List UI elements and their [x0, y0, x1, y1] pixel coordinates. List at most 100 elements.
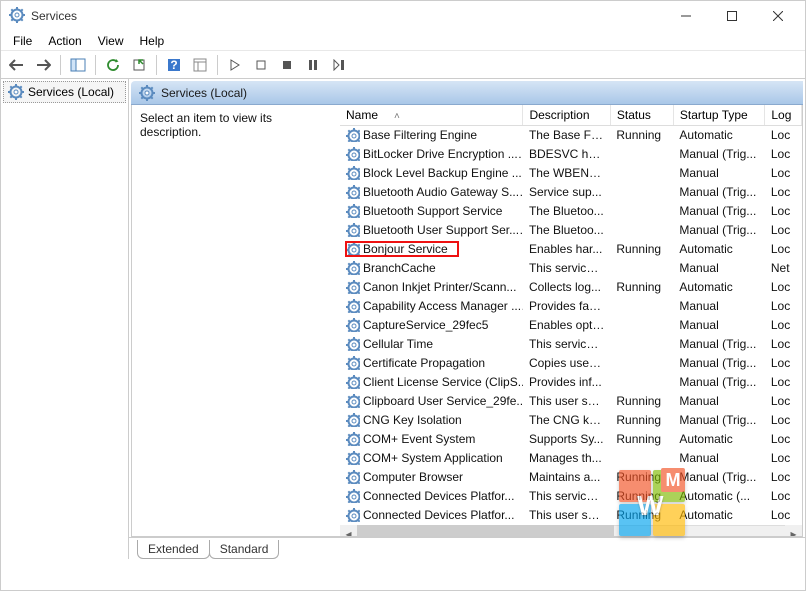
service-startup: Automatic (...	[673, 487, 764, 506]
service-name: Bluetooth User Support Ser...	[363, 223, 519, 237]
table-row[interactable]: Client License Service (ClipS...Provides…	[340, 373, 802, 392]
service-name: COM+ Event System	[363, 432, 475, 446]
nav-item-label: Services (Local)	[28, 85, 114, 99]
menu-bar: File Action View Help	[1, 31, 805, 51]
table-row[interactable]: Block Level Backup Engine ...The WBENG..…	[340, 164, 802, 183]
table-row[interactable]: Clipboard User Service_29fe...This user …	[340, 392, 802, 411]
service-startup: Automatic	[673, 240, 764, 259]
service-name: Certificate Propagation	[363, 356, 485, 370]
scroll-left-icon[interactable]: ◂	[340, 525, 357, 536]
table-row[interactable]: Bluetooth Support ServiceThe Bluetoo...M…	[340, 202, 802, 221]
service-name: Block Level Backup Engine ...	[363, 166, 522, 180]
service-desc: Provides fac...	[523, 297, 610, 316]
service-status: Running	[610, 411, 673, 430]
service-name: Connected Devices Platfor...	[363, 508, 514, 522]
service-name: Bluetooth Support Service	[363, 204, 502, 218]
col-name[interactable]: Name	[340, 105, 523, 126]
start-service-button[interactable]	[223, 53, 247, 77]
service-status	[610, 373, 673, 392]
properties-button[interactable]	[188, 53, 212, 77]
menu-help[interactable]: Help	[132, 32, 173, 50]
export-list-button[interactable]	[127, 53, 151, 77]
table-row[interactable]: Cellular TimeThis service ...Manual (Tri…	[340, 335, 802, 354]
service-name: Bonjour Service	[363, 242, 448, 256]
description-text: Select an item to view its description.	[140, 111, 272, 139]
forward-button[interactable]	[31, 53, 55, 77]
nav-tree[interactable]: Services (Local)	[1, 79, 129, 559]
tab-standard[interactable]: Standard	[209, 540, 280, 559]
service-logon: Loc	[765, 335, 802, 354]
window-title: Services	[31, 9, 663, 23]
service-startup: Manual (Trig...	[673, 183, 764, 202]
table-row[interactable]: Computer BrowserMaintains a...RunningMan…	[340, 468, 802, 487]
service-startup: Manual (Trig...	[673, 335, 764, 354]
table-row[interactable]: CNG Key IsolationThe CNG ke...RunningMan…	[340, 411, 802, 430]
stop-service-filled-button[interactable]	[275, 53, 299, 77]
restart-service-button[interactable]	[327, 53, 351, 77]
col-logon[interactable]: Log	[765, 105, 802, 126]
table-row[interactable]: COM+ Event SystemSupports Sy...RunningAu…	[340, 430, 802, 449]
menu-action[interactable]: Action	[40, 32, 89, 50]
refresh-button[interactable]	[101, 53, 125, 77]
service-logon: Loc	[765, 449, 802, 468]
service-status: Running	[610, 506, 673, 525]
pause-service-button[interactable]	[301, 53, 325, 77]
table-row[interactable]: Connected Devices Platfor... This user se…	[340, 506, 802, 525]
table-row[interactable]: CaptureService_29fec5Enables opti...Manu…	[340, 316, 802, 335]
col-startup[interactable]: Startup Type	[673, 105, 764, 126]
service-startup: Manual	[673, 449, 764, 468]
table-row[interactable]: BranchCacheThis service ...ManualNet	[340, 259, 802, 278]
service-status	[610, 259, 673, 278]
nav-services-local[interactable]: Services (Local)	[3, 81, 126, 103]
service-logon: Loc	[765, 354, 802, 373]
service-desc: This user ser...	[523, 506, 610, 525]
service-name: CNG Key Isolation	[363, 413, 462, 427]
table-row[interactable]: Bonjour ServiceEnables har...RunningAuto…	[340, 240, 802, 259]
app-icon	[9, 7, 25, 26]
table-row[interactable]: Certificate PropagationCopies user ...Ma…	[340, 354, 802, 373]
service-status	[610, 316, 673, 335]
table-row[interactable]: Bluetooth User Support Ser...The Bluetoo…	[340, 221, 802, 240]
col-status[interactable]: Status	[610, 105, 673, 126]
service-logon: Loc	[765, 487, 802, 506]
stop-service-button[interactable]	[249, 53, 273, 77]
table-row[interactable]: COM+ System ApplicationManages th...Manu…	[340, 449, 802, 468]
show-hide-tree-button[interactable]	[66, 53, 90, 77]
service-startup: Manual	[673, 259, 764, 278]
title-bar: Services	[1, 1, 805, 31]
tab-extended[interactable]: Extended	[137, 540, 210, 559]
service-name: BitLocker Drive Encryption ...	[363, 147, 518, 161]
minimize-button[interactable]	[663, 1, 709, 31]
service-status: Running	[610, 430, 673, 449]
menu-file[interactable]: File	[5, 32, 40, 50]
maximize-button[interactable]	[709, 1, 755, 31]
table-row[interactable]: Base Filtering EngineThe Base Fil...Runn…	[340, 126, 802, 145]
col-description[interactable]: Description	[523, 105, 610, 126]
service-status	[610, 221, 673, 240]
service-name: Canon Inkjet Printer/Scann...	[363, 280, 516, 294]
scroll-right-icon[interactable]: ▸	[785, 525, 802, 536]
service-status	[610, 145, 673, 164]
back-button[interactable]	[5, 53, 29, 77]
service-desc: Enables har...	[523, 240, 610, 259]
service-status	[610, 449, 673, 468]
table-row[interactable]: Canon Inkjet Printer/Scann...Collects lo…	[340, 278, 802, 297]
service-status	[610, 183, 673, 202]
services-list[interactable]: Name Description Status Startup Type Log…	[340, 105, 802, 536]
service-name: Bluetooth Audio Gateway S...	[363, 185, 519, 199]
local-header: Services (Local)	[131, 81, 803, 105]
horizontal-scrollbar[interactable]: ◂ ▸	[340, 525, 802, 537]
service-logon: Loc	[765, 506, 802, 525]
service-desc: Provides inf...	[523, 373, 610, 392]
service-name: Cellular Time	[363, 337, 433, 351]
table-row[interactable]: Capability Access Manager ...Provides fa…	[340, 297, 802, 316]
table-row[interactable]: Bluetooth Audio Gateway S...Service sup.…	[340, 183, 802, 202]
help-button[interactable]: ?	[162, 53, 186, 77]
table-row[interactable]: BitLocker Drive Encryption ...BDESVC hos…	[340, 145, 802, 164]
service-desc: This service ...	[523, 487, 610, 506]
table-row[interactable]: Connected Devices Platfor...This service…	[340, 487, 802, 506]
service-desc: Copies user ...	[523, 354, 610, 373]
service-startup: Automatic	[673, 506, 764, 525]
close-button[interactable]	[755, 1, 801, 31]
menu-view[interactable]: View	[90, 32, 132, 50]
